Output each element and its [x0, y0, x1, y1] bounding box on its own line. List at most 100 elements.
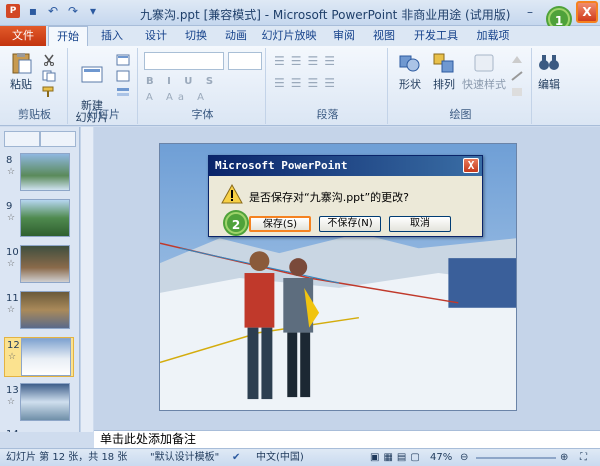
slide-thumbnail[interactable]: 9 ☆ [4, 199, 74, 239]
pane-tabs [4, 131, 76, 147]
paste-icon [12, 53, 32, 74]
align-buttons[interactable]: ☰☰☰☰ [274, 76, 341, 90]
section-icon[interactable] [116, 86, 130, 98]
minimize-button[interactable]: – [518, 2, 542, 22]
list-buttons[interactable]: ☰☰☰☰ [274, 54, 341, 68]
powerpoint-logo-icon: P [6, 4, 20, 18]
slide-number: 13 [6, 385, 19, 396]
transition-star-icon: ☆ [7, 213, 16, 223]
group-slides: 新建 幻灯片 幻灯片 [70, 48, 138, 124]
dialog-title-bar: Microsoft PowerPoint X [209, 156, 482, 176]
paragraph-group-label: 段落 [316, 108, 339, 121]
save-icon[interactable]: ▪ [26, 4, 40, 18]
window-title: 九寨沟.ppt [兼容模式] - Microsoft PowerPoint 非商… [140, 8, 511, 22]
tab-animations[interactable]: 动画 [216, 26, 256, 46]
quick-styles-label: 快速样式 [462, 78, 506, 91]
tab-review[interactable]: 审阅 [326, 26, 362, 46]
clipboard-group-label: 剪贴板 [18, 108, 51, 121]
paste-button[interactable]: 粘贴 [6, 52, 36, 92]
slide-thumbnail[interactable]: 8 ☆ [4, 153, 74, 193]
spelling-check-icon[interactable]: ✔ [232, 449, 240, 466]
view-buttons[interactable]: ▣▦▤▢ [370, 449, 424, 466]
slide-thumbnail[interactable]: 13 ☆ [4, 383, 74, 423]
undo-icon[interactable]: ↶ [46, 4, 60, 18]
font-format-buttons[interactable]: B I U S [146, 76, 218, 87]
slide-number: 12 [7, 340, 20, 351]
zoom-slider[interactable] [476, 457, 556, 459]
tab-insert[interactable]: 插入 [92, 26, 132, 46]
layout-icon[interactable] [116, 54, 130, 66]
warning-icon [221, 184, 243, 204]
arrange-button[interactable]: 排列 [428, 52, 460, 92]
arrange-icon [433, 53, 454, 73]
transition-star-icon: ☆ [7, 397, 16, 407]
outline-view-tab[interactable] [40, 131, 76, 147]
fit-to-window-icon[interactable]: ⛶ [580, 449, 587, 466]
save-button[interactable]: 保存(S) [249, 216, 311, 232]
language-status: 中文(中国) [256, 452, 304, 463]
shape-effects-icon[interactable] [510, 86, 524, 98]
transition-star-icon: ☆ [8, 352, 17, 362]
zoom-out-icon[interactable]: ⊖ [460, 449, 468, 466]
slide-number: 14 [6, 429, 19, 432]
shape-outline-icon[interactable] [510, 70, 524, 82]
edit-button[interactable]: 编辑 [534, 52, 564, 92]
slide-number: 11 [6, 293, 19, 304]
reset-icon[interactable] [116, 70, 130, 82]
tab-view[interactable]: 视图 [366, 26, 402, 46]
slides-pane-scrollbar[interactable] [80, 127, 93, 432]
font-size-select[interactable] [228, 52, 262, 70]
tab-transitions[interactable]: 切换 [176, 26, 216, 46]
format-painter-icon[interactable] [42, 86, 56, 98]
slide-image [20, 199, 70, 237]
shapes-button[interactable]: 形状 [394, 52, 426, 92]
zoom-level[interactable]: 47% [430, 449, 452, 466]
transition-star-icon: ☆ [7, 305, 16, 315]
notes-pane[interactable]: 单击此处添加备注 [94, 430, 600, 448]
tab-home[interactable]: 开始 [48, 26, 88, 46]
quick-styles-icon [474, 54, 494, 72]
group-font: B I U S A Aa A 字体 [140, 48, 266, 124]
theme-status: "默认设计模板" [150, 452, 220, 463]
font-extra-buttons[interactable]: A Aa A [146, 92, 209, 103]
shapes-label: 形状 [399, 78, 421, 91]
slide-image [20, 383, 70, 421]
quick-styles-button[interactable]: 快速样式 [462, 52, 506, 92]
redo-icon[interactable]: ↷ [66, 4, 80, 18]
tab-design[interactable]: 设计 [136, 26, 176, 46]
slide-thumbnail[interactable]: 10 ☆ [4, 245, 74, 285]
tab-slideshow[interactable]: 幻灯片放映 [258, 26, 320, 46]
slide-number: 10 [6, 247, 19, 258]
slide-thumbnail[interactable]: 14 [4, 427, 74, 432]
zoom-in-icon[interactable]: ⊕ [560, 449, 568, 466]
copy-icon[interactable] [42, 70, 56, 82]
tab-developer[interactable]: 开发工具 [408, 26, 464, 46]
edit-label: 编辑 [538, 78, 560, 91]
font-name-select[interactable] [144, 52, 224, 70]
paste-label: 粘贴 [10, 78, 32, 91]
slides-view-tab[interactable] [4, 131, 40, 147]
shapes-icon [399, 55, 420, 72]
step-badge-2: 2 [225, 212, 247, 234]
tab-file[interactable]: 文件 [0, 26, 46, 46]
dont-save-button[interactable]: 不保存(N) [319, 216, 381, 232]
close-button[interactable]: X [576, 1, 598, 23]
cancel-button[interactable]: 取消 [389, 216, 451, 232]
drawing-group-label: 绘图 [449, 108, 472, 121]
slide-number: 8 [6, 155, 13, 166]
slide-image [20, 153, 70, 191]
slide-thumbnail-selected[interactable]: 12 ☆ [4, 337, 74, 377]
customize-qat-icon[interactable]: ▾ [86, 4, 100, 18]
ribbon-tabs: 文件 开始 插入 设计 切换 动画 幻灯片放映 审阅 视图 开发工具 加载项 [0, 26, 600, 46]
tab-addins[interactable]: 加载项 [470, 26, 516, 46]
group-paragraph: ☰☰☰☰ ☰☰☰☰ 段落 [268, 48, 388, 124]
status-bar: 幻灯片 第 12 张，共 18 张 "默认设计模板" ✔ 中文(中国) ▣▦▤▢… [0, 448, 600, 466]
binoculars-icon [539, 55, 559, 70]
slide-thumbnail[interactable]: 11 ☆ [4, 291, 74, 331]
group-drawing: 形状 排列 快速样式 绘图 [390, 48, 532, 124]
slide-number: 9 [6, 201, 13, 212]
dialog-close-button[interactable]: X [463, 158, 479, 173]
shape-fill-icon[interactable] [510, 54, 524, 66]
transition-star-icon: ☆ [7, 259, 16, 269]
cut-icon[interactable] [42, 54, 56, 66]
